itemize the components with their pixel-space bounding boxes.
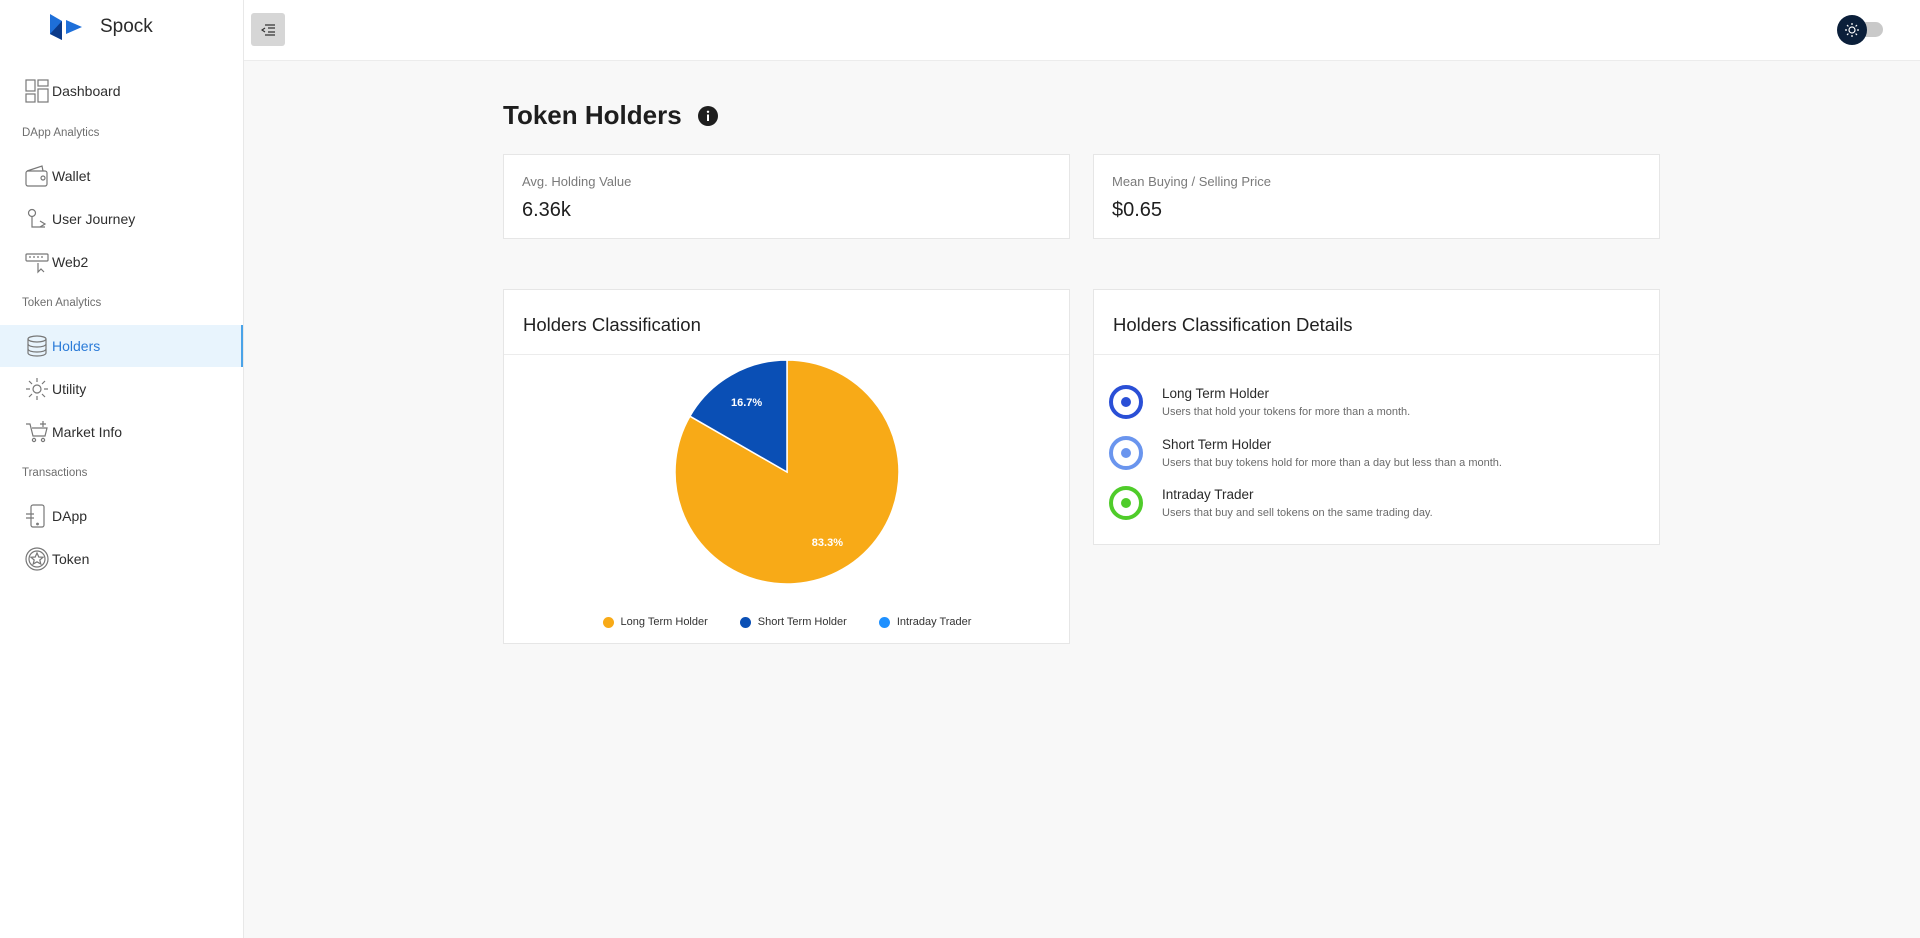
- detail-desc: Users that hold your tokens for more tha…: [1162, 406, 1411, 418]
- sidebar-item-label: Market Info: [52, 424, 123, 440]
- panel-title: Holders Classification Details: [1113, 314, 1353, 335]
- stat-card-mean-price: Mean Buying / Selling Price $0.65: [1093, 154, 1660, 239]
- holders-classification-panel: Holders Classification 83.3% 16.7% Long T…: [503, 289, 1070, 644]
- pie-chart: 83.3% 16.7%: [674, 360, 900, 585]
- legend-dot: [739, 616, 751, 628]
- cart-icon: [24, 419, 50, 445]
- legend-label: Long Term Holder: [620, 616, 708, 628]
- chart-legend: Long Term Holder Short Term Holder Intra…: [504, 616, 1070, 628]
- stat-card-avg-holding-value: Avg. Holding Value 6.36k: [503, 154, 1070, 239]
- topbar: [244, 0, 1920, 61]
- pie-data-label: 16.7%: [731, 397, 762, 409]
- theme-toggle-knob: [1837, 15, 1867, 45]
- panel-header: Holders Classification: [504, 290, 1069, 355]
- stat-label: Mean Buying / Selling Price: [1112, 174, 1271, 189]
- detail-row-short-term: Short Term Holder Users that buy tokens …: [1108, 435, 1502, 471]
- target-icon: [1109, 436, 1143, 470]
- detail-desc: Users that buy tokens hold for more than…: [1162, 457, 1502, 469]
- detail-desc: Users that buy and sell tokens on the sa…: [1162, 507, 1433, 519]
- token-star-icon: [24, 546, 50, 572]
- wallet-icon: [24, 163, 50, 189]
- brand[interactable]: Spock: [48, 12, 153, 42]
- theme-toggle[interactable]: [1837, 15, 1885, 45]
- detail-title: Intraday Trader: [1162, 487, 1254, 502]
- panel-header: Holders Classification Details: [1094, 290, 1659, 355]
- sidebar-item-label: User Journey: [52, 211, 136, 227]
- holders-classification-details-panel: Holders Classification Details Long Term…: [1093, 289, 1660, 545]
- section-token-analytics: Token Analytics: [22, 297, 102, 309]
- sidebar-item-token[interactable]: Token: [0, 538, 243, 580]
- user-journey-icon: [24, 206, 50, 232]
- sidebar-item-label: Dashboard: [52, 83, 121, 99]
- sun-icon: [1845, 23, 1859, 37]
- menu-collapse-icon: [261, 23, 275, 36]
- sidebar-item-market-info[interactable]: Market Info: [0, 411, 243, 453]
- utility-gear-icon: [24, 376, 50, 402]
- legend-item-intraday[interactable]: Intraday Trader: [878, 616, 972, 628]
- sidebar-item-web2[interactable]: Web2: [0, 241, 243, 283]
- legend-item-long-term[interactable]: Long Term Holder: [602, 616, 708, 628]
- panel-title: Holders Classification: [523, 314, 701, 335]
- sidebar-item-label: Web2: [52, 254, 89, 270]
- sidebar-toggle-button[interactable]: [251, 13, 285, 46]
- stat-label: Avg. Holding Value: [522, 174, 632, 189]
- legend-dot: [602, 616, 614, 628]
- detail-row-long-term: Long Term Holder Users that hold your to…: [1108, 384, 1410, 420]
- app-name: Spock: [100, 16, 153, 37]
- stat-value: $0.65: [1112, 199, 1163, 221]
- spock-logo-icon: [50, 14, 82, 40]
- sidebar-item-wallet[interactable]: Wallet: [0, 155, 243, 197]
- sidebar-item-label: DApp: [52, 508, 88, 524]
- sidebar-item-dashboard[interactable]: Dashboard: [0, 70, 243, 112]
- detail-title: Short Term Holder: [1162, 437, 1272, 452]
- database-icon: [24, 333, 50, 359]
- sidebar-item-label: Utility: [52, 381, 87, 397]
- page-title: Token Holders: [503, 100, 682, 130]
- web2-icon: [24, 249, 50, 275]
- detail-title: Long Term Holder: [1162, 386, 1270, 401]
- sidebar-item-user-journey[interactable]: User Journey: [0, 198, 243, 240]
- sidebar-item-label: Token: [52, 551, 90, 567]
- phone-icon: [24, 503, 50, 529]
- sidebar-item-utility[interactable]: Utility: [0, 368, 243, 410]
- legend-item-short-term[interactable]: Short Term Holder: [739, 616, 847, 628]
- target-icon: [1109, 385, 1143, 419]
- section-transactions: Transactions: [22, 467, 88, 479]
- sidebar-item-label: Wallet: [52, 168, 91, 184]
- section-dapp-analytics: DApp Analytics: [22, 127, 100, 139]
- sidebar: Spock Dashboard DApp Analytics Wallet Us…: [0, 0, 244, 938]
- sidebar-item-holders[interactable]: Holders: [0, 325, 243, 367]
- target-icon: [1109, 486, 1143, 520]
- pie-data-label: 83.3%: [812, 537, 843, 549]
- info-icon[interactable]: [697, 105, 719, 127]
- stat-value: 6.36k: [522, 199, 571, 221]
- sidebar-item-label: Holders: [52, 338, 101, 354]
- detail-row-intraday: Intraday Trader Users that buy and sell …: [1108, 485, 1433, 521]
- legend-label: Intraday Trader: [896, 616, 972, 628]
- legend-label: Short Term Holder: [757, 616, 847, 628]
- dashboard-icon: [24, 78, 50, 104]
- legend-dot: [878, 616, 890, 628]
- sidebar-item-dapp[interactable]: DApp: [0, 495, 243, 537]
